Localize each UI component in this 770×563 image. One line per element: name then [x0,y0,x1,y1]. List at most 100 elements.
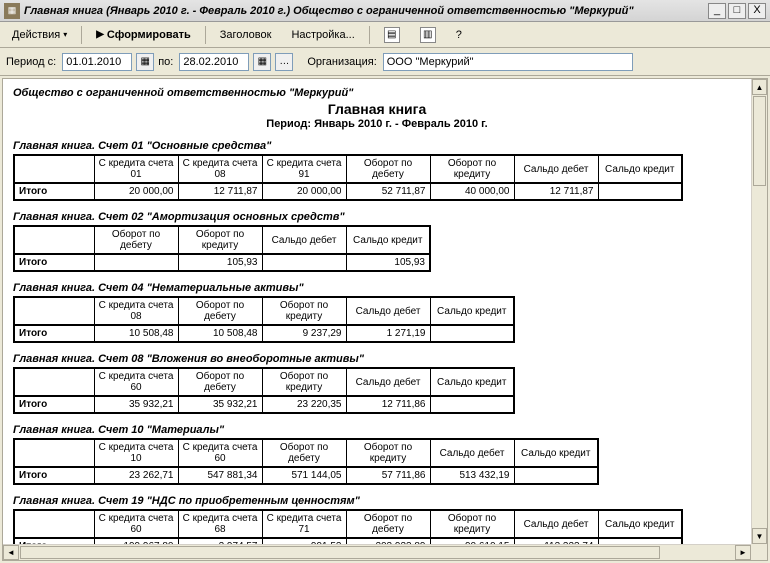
ledger-section-title: Главная книга. Счет 02 "Амортизация осно… [13,211,741,223]
ledger-credit-val: 23 262,71 [94,467,178,484]
scroll-right-button[interactable]: ► [735,545,751,560]
play-icon: ▶ [96,29,104,40]
toolbar-separator [81,26,82,44]
actions-menu[interactable]: Действия ▾ [4,26,75,44]
ledger-col-credit-bal: Сальдо кредит [430,368,514,396]
minimize-button[interactable]: _ [708,3,726,19]
ledger-col-credit-from: С кредита счета91 [262,155,346,183]
date-from-calendar-button[interactable]: ▦ [136,53,154,71]
help-button[interactable]: ? [448,26,470,44]
ledger-section: Главная книга. Счет 01 "Основные средств… [13,140,741,201]
ledger-debit-turn [94,254,178,271]
ledger-col-debit-bal: Сальдо дебет [262,226,346,254]
ledger-col-credit-bal: Сальдо кредит [430,297,514,325]
ledger-col-debit-turn: Оборот подебету [178,368,262,396]
ledger-col-credit-from: С кредита счета71 [262,510,346,538]
horizontal-scrollbar[interactable]: ◄ ► [3,544,751,560]
ledger-col-credit-bal: Сальдо кредит [598,510,682,538]
period-to-label: по: [158,56,173,68]
ledger-debit-turn: 52 711,87 [346,183,430,200]
toolbar-separator [369,26,370,44]
scroll-left-button[interactable]: ◄ [3,545,19,560]
ledger-col-credit-from: С кредита счета08 [94,297,178,325]
close-button[interactable]: X [748,3,766,19]
ledger-section-title: Главная книга. Счет 01 "Основные средств… [13,140,741,152]
ledger-col-debit-bal: Сальдо дебет [430,439,514,467]
ledger-credit-turn: 40 000,00 [430,183,514,200]
ledger-total-label: Итого [14,325,94,342]
ledger-col-credit-bal: Сальдо кредит [598,155,682,183]
ledger-col-credit-from: С кредита счета68 [178,510,262,538]
period-ellipsis-button[interactable]: … [275,53,293,71]
hscroll-track[interactable] [19,545,735,560]
ledger-col-debit-turn: Оборот подебету [262,439,346,467]
scroll-down-button[interactable]: ▼ [752,528,767,544]
hscroll-thumb[interactable] [20,546,660,559]
tool-button-1[interactable]: ▤ [376,24,408,46]
report-area: Общество с ограниченной ответственностью… [2,78,768,561]
ledger-table: С кредита счета08Оборот подебетуОборот п… [13,296,515,343]
ledger-col-blank [14,439,94,467]
ledger-col-debit-bal: Сальдо дебет [346,368,430,396]
report-title: Главная книга [13,101,741,117]
ledger-col-credit-turn: Оборот покредиту [178,226,262,254]
ledger-col-credit-from: С кредита счета01 [94,155,178,183]
ledger-credit-turn: 23 220,35 [262,396,346,413]
ledger-total-label: Итого [14,467,94,484]
settings-button[interactable]: Настройка... [283,26,362,44]
ledger-section: Главная книга. Счет 10 "Материалы"С кред… [13,424,741,485]
ledger-section: Главная книга. Счет 04 "Нематериальные а… [13,282,741,343]
ledger-debit-bal: 1 271,19 [346,325,430,342]
date-from-input[interactable] [62,53,132,71]
ledger-debit-bal [262,254,346,271]
ledger-table: С кредита счета60С кредита счета68С кред… [13,509,683,544]
ellipsis-icon: … [279,56,289,67]
generate-button[interactable]: ▶ Сформировать [88,26,199,44]
ledger-col-credit-from: С кредита счета60 [94,368,178,396]
titlebar: ▦ Главная книга (Январь 2010 г. - Феврал… [0,0,770,22]
generate-label: Сформировать [107,29,191,41]
tool-button-2[interactable]: ▥ [412,24,444,46]
ledger-total-label: Итого [14,396,94,413]
ledger-credit-bal: 105,93 [346,254,430,271]
scroll-thumb[interactable] [753,96,766,186]
date-to-input[interactable] [179,53,249,71]
ledger-credit-val: 10 508,48 [94,325,178,342]
ledger-col-debit-turn: Оборот подебету [346,510,430,538]
ledger-col-debit-bal: Сальдо дебет [514,510,598,538]
ledger-col-debit-bal: Сальдо дебет [346,297,430,325]
ledger-col-debit-turn: Оборот подебету [178,297,262,325]
scroll-up-button[interactable]: ▲ [752,79,767,95]
maximize-button[interactable]: □ [728,3,746,19]
ledger-credit-turn: 105,93 [178,254,262,271]
vertical-scrollbar[interactable]: ▲ ▼ [751,79,767,544]
ledger-col-credit-from: С кредита счета08 [178,155,262,183]
chevron-down-icon: ▾ [63,30,67,39]
ledger-credit-bal [430,325,514,342]
toolbar: Действия ▾ ▶ Сформировать Заголовок Наст… [0,22,770,48]
ledger-col-credit-bal: Сальдо кредит [514,439,598,467]
header-button[interactable]: Заголовок [212,26,280,44]
ledger-debit-bal: 12 711,86 [346,396,430,413]
ledger-col-blank [14,155,94,183]
date-to-calendar-button[interactable]: ▦ [253,53,271,71]
ledger-col-debit-bal: Сальдо дебет [514,155,598,183]
org-input[interactable] [383,53,633,71]
ledger-credit-bal [514,467,598,484]
ledger-section-title: Главная книга. Счет 04 "Нематериальные а… [13,282,741,294]
ledger-credit-val: 20 000,00 [262,183,346,200]
report-header: Общество с ограниченной ответственностью… [13,87,741,130]
ledger-col-credit-turn: Оборот покредиту [430,510,514,538]
ledger-col-credit-from: С кредита счета60 [94,510,178,538]
ledger-col-debit-turn: Оборот подебету [94,226,178,254]
ledger-col-credit-turn: Оборот покредиту [430,155,514,183]
ledger-col-blank [14,510,94,538]
ledger-credit-val: 20 000,00 [94,183,178,200]
actions-label: Действия [12,29,60,41]
ledger-total-label: Итого [14,254,94,271]
ledger-table: Оборот подебетуОборот покредитуСальдо де… [13,225,431,272]
ledger-col-credit-bal: Сальдо кредит [346,226,430,254]
report-scroll[interactable]: Общество с ограниченной ответственностью… [3,79,751,544]
ledger-col-credit-turn: Оборот покредиту [262,297,346,325]
ledger-section-title: Главная книга. Счет 19 "НДС по приобрете… [13,495,741,507]
